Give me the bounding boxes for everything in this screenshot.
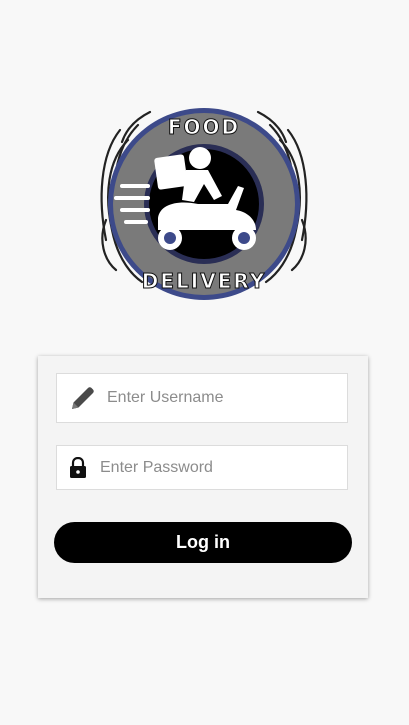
login-card: Log in [38, 356, 368, 598]
login-button[interactable]: Log in [54, 522, 352, 563]
password-input[interactable] [100, 446, 339, 489]
food-delivery-logo: FOOD DELIVERY [98, 100, 310, 308]
lock-icon [69, 456, 87, 479]
username-input[interactable] [107, 374, 339, 422]
password-field [56, 445, 348, 490]
username-field [56, 373, 348, 423]
pencil-icon [69, 384, 97, 412]
logo-text-food: FOOD [168, 115, 240, 139]
logo-text-delivery: DELIVERY [142, 269, 266, 293]
